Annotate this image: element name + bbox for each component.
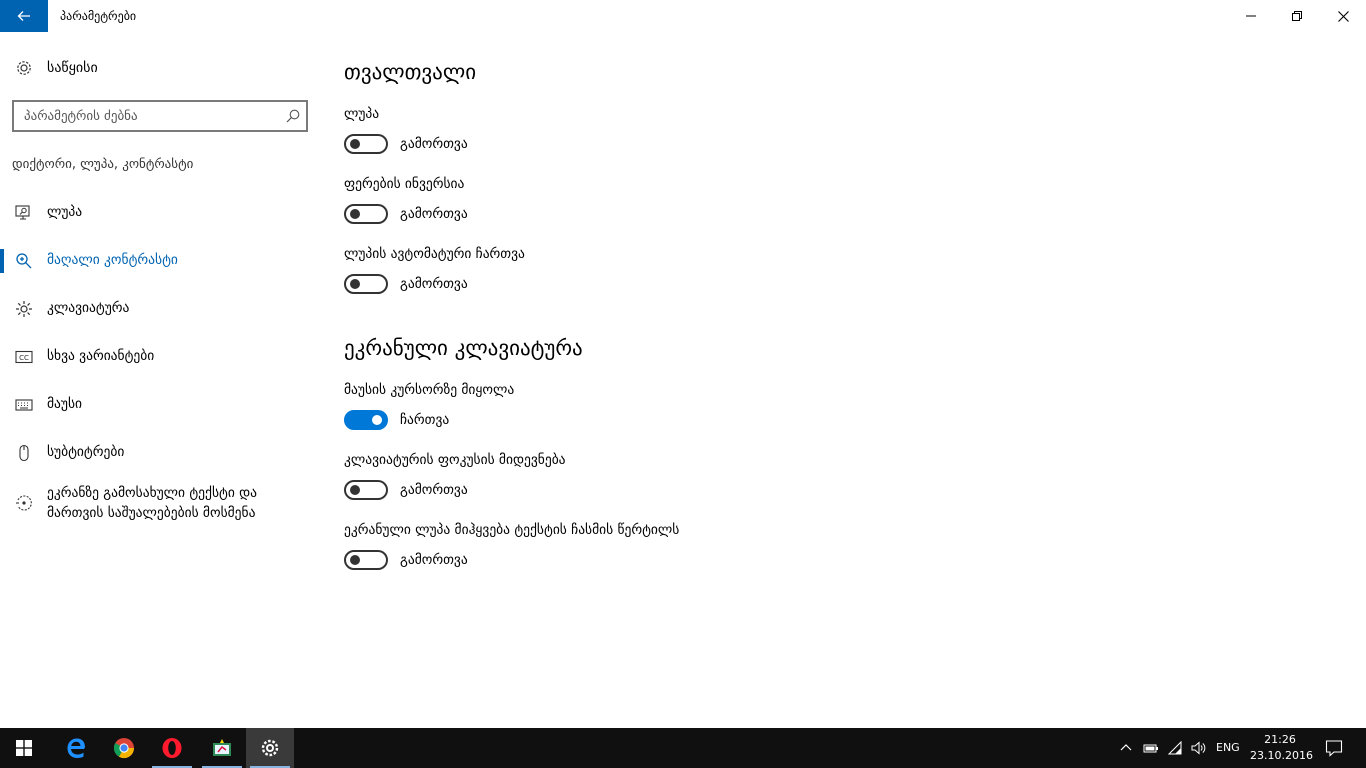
section-heading-tracking: თვალთვალი xyxy=(344,60,477,84)
monitor-magnifier-icon xyxy=(15,205,30,220)
toggle-knob xyxy=(350,485,360,495)
toggle-knob xyxy=(350,139,360,149)
chevron-up-icon[interactable] xyxy=(1118,740,1134,756)
home-label: საწყისი xyxy=(47,60,98,76)
sidebar-item-label: სხვა ვარიანტები xyxy=(47,348,155,364)
toggle-invert-colors[interactable] xyxy=(344,204,388,224)
toggle-knob xyxy=(350,555,360,565)
clock[interactable]: 21:26 23.10.2016 xyxy=(1250,732,1313,764)
window-title: პარამეტრები xyxy=(60,9,137,23)
taskbar-opera[interactable] xyxy=(148,728,196,768)
volume-icon[interactable] xyxy=(1190,740,1206,756)
restore-button[interactable] xyxy=(1274,0,1320,32)
taskbar-settings[interactable] xyxy=(246,728,294,768)
option-label-follow-mouse: მაუსის კურსორზე მიყოლა xyxy=(344,382,515,398)
sidebar-item-ease-of-access[interactable]: ეკრანზე გამოსახული ტექსტი და მართვის საშ… xyxy=(0,475,322,531)
sidebar-item-other-options[interactable]: CC სხვა ვარიანტები xyxy=(0,337,322,377)
sidebar-item-label: მაუსი xyxy=(47,396,83,412)
sidebar-item-label: სუბტიტრები xyxy=(47,444,125,460)
option-label-auto-start-magnifier: ლუპის ავტომატური ჩართვა xyxy=(344,246,525,262)
toggle-state-text: გამორთვა xyxy=(400,276,468,292)
toggle-knob xyxy=(372,415,382,425)
start-button[interactable] xyxy=(0,728,48,768)
magnifier-icon xyxy=(16,253,32,269)
section-heading-on-screen-keyboard: ეკრანული კლავიატურა xyxy=(344,336,583,360)
close-icon xyxy=(1337,10,1349,22)
toggle-magnifier[interactable] xyxy=(344,134,388,154)
close-button[interactable] xyxy=(1320,0,1366,32)
svg-text:CC: CC xyxy=(19,354,29,362)
sidebar-item-high-contrast[interactable]: მაღალი კონტრასტი xyxy=(0,241,322,281)
search-box[interactable] xyxy=(12,100,308,132)
back-arrow-icon xyxy=(17,11,30,21)
keyboard-icon xyxy=(15,399,33,411)
sidebar-item-label: ლუპა xyxy=(47,204,83,220)
toggle-auto-start-magnifier[interactable] xyxy=(344,274,388,294)
action-center-icon[interactable] xyxy=(1325,739,1343,757)
toggle-knob xyxy=(350,209,360,219)
sidebar-item-label: ეკრანზე გამოსახული ტექსტი და მართვის საშ… xyxy=(47,485,258,521)
clock-date: 23.10.2016 xyxy=(1250,749,1313,762)
taskbar-app[interactable] xyxy=(198,728,246,768)
option-label-follow-keyboard-focus: კლავიატურის ფოკუსის მიდევნება xyxy=(344,452,566,468)
search-input[interactable] xyxy=(14,102,278,130)
option-label-follow-text-cursor: ეკრანული ლუპა მიჰყვება ტექსტის ჩასმის წე… xyxy=(344,522,680,538)
taskbar-chrome[interactable] xyxy=(100,728,148,768)
closed-caption-icon: CC xyxy=(15,350,33,364)
option-label-invert-colors: ფერების ინვერსია xyxy=(344,176,465,192)
home-link[interactable]: საწყისი xyxy=(0,54,322,82)
toggle-follow-keyboard-focus[interactable] xyxy=(344,480,388,500)
toggle-follow-mouse[interactable] xyxy=(344,410,388,430)
back-button[interactable] xyxy=(0,0,48,32)
mouse-icon xyxy=(19,444,29,462)
gear-icon xyxy=(17,61,31,75)
ease-of-access-icon xyxy=(16,495,32,511)
title-bar: პარამეტრები xyxy=(0,0,1366,32)
start-icon xyxy=(16,740,32,756)
sidebar-item-magnifier[interactable]: ლუპა xyxy=(0,193,322,233)
toggle-state-text: გამორთვა xyxy=(400,552,468,568)
language-indicator[interactable]: ENG xyxy=(1216,741,1240,754)
minimize-icon xyxy=(1246,15,1256,17)
search-icon[interactable] xyxy=(286,109,300,123)
settings-icon xyxy=(261,739,279,757)
wifi-icon[interactable] xyxy=(1167,740,1183,756)
taskbar: ENG 21:26 23.10.2016 xyxy=(0,728,1366,768)
app-icon xyxy=(213,739,231,756)
chrome-icon xyxy=(113,738,135,759)
toggle-state-text: გამორთვა xyxy=(400,206,468,222)
edge-icon xyxy=(67,738,85,758)
toggle-state-text: ჩართვა xyxy=(400,412,450,428)
battery-icon[interactable] xyxy=(1143,740,1159,756)
sidebar-item-mouse[interactable]: მაუსი xyxy=(0,385,322,425)
sidebar-item-label: კლავიატურა xyxy=(47,300,130,316)
sidebar-item-subtitles[interactable]: სუბტიტრები xyxy=(0,433,322,473)
brightness-icon xyxy=(16,301,32,317)
minimize-button[interactable] xyxy=(1228,0,1274,32)
sidebar-item-keyboard[interactable]: კლავიატურა xyxy=(0,289,322,329)
toggle-knob xyxy=(350,279,360,289)
active-indicator xyxy=(0,249,4,273)
sidebar-item-label: მაღალი კონტრასტი xyxy=(47,252,178,268)
restore-icon xyxy=(1292,11,1302,21)
toggle-follow-text-cursor[interactable] xyxy=(344,550,388,570)
toggle-state-text: გამორთვა xyxy=(400,136,468,152)
toggle-state-text: გამორთვა xyxy=(400,482,468,498)
sidebar-section-title: დიქტორი, ლუპა, კონტრასტი xyxy=(12,157,194,172)
taskbar-edge[interactable] xyxy=(52,728,100,768)
opera-icon xyxy=(162,738,182,758)
option-label-magnifier: ლუპა xyxy=(344,106,380,122)
sidebar: საწყისი დიქტორი, ლუპა, კონტრასტი ლუპა მა… xyxy=(0,32,322,728)
clock-time: 21:26 xyxy=(1264,733,1296,746)
